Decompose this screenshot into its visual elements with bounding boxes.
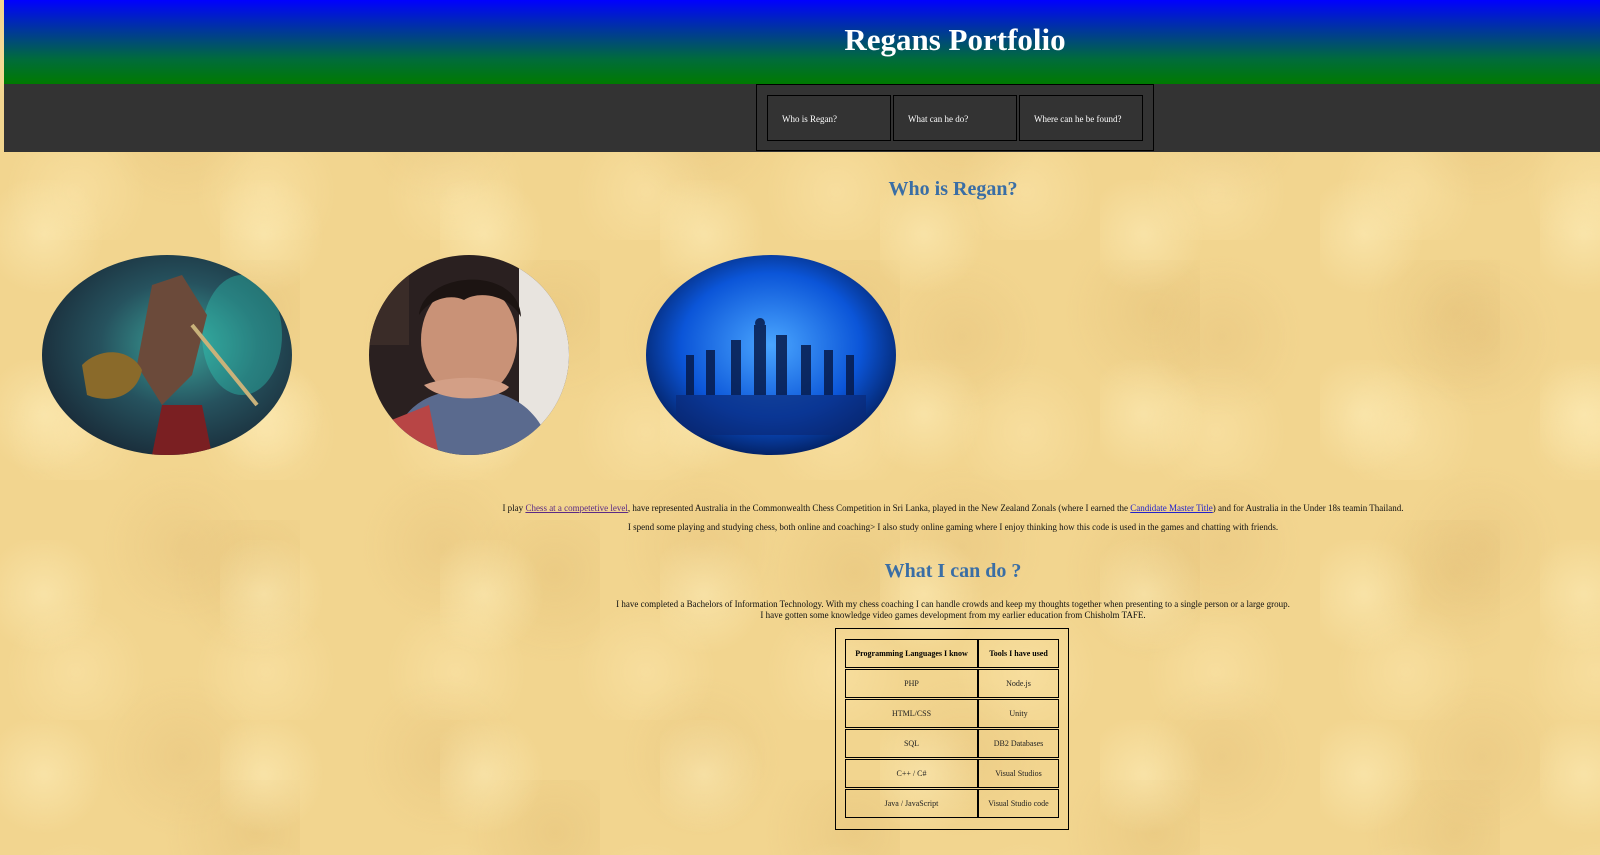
nav-item-what-can-he-do[interactable]: What can he do? bbox=[893, 95, 1017, 141]
chess-pieces-image bbox=[646, 255, 896, 455]
nav-item-who-is-regan[interactable]: Who is Regan? bbox=[767, 95, 891, 141]
para-text-1: I play bbox=[502, 503, 526, 513]
candidate-master-link[interactable]: Candidate Master Title bbox=[1130, 503, 1213, 513]
table-cell-language: SQL bbox=[845, 729, 978, 758]
site-title: Regans Portfolio bbox=[844, 22, 1066, 57]
table-cell-language: Java / JavaScript bbox=[845, 789, 978, 818]
table-cell-tool: DB2 Databases bbox=[978, 729, 1059, 758]
table-cell-tool: Visual Studio code bbox=[978, 789, 1059, 818]
portrait-photo bbox=[369, 255, 569, 455]
table-header-tools: Tools I have used bbox=[978, 639, 1059, 668]
what-heading: What I can do ? bbox=[884, 560, 1022, 582]
table-cell-language: HTML/CSS bbox=[845, 699, 978, 728]
table-cell-tool: Visual Studios bbox=[978, 759, 1059, 788]
chess-competitive-link[interactable]: Chess at a competetive level bbox=[525, 503, 627, 513]
education-line-2: I have gotten some knowledge video games… bbox=[760, 610, 1146, 620]
table-header-languages: Programming Languages I know bbox=[845, 639, 978, 668]
para-text-3: ) and for Australia in the Under 18s tea… bbox=[1212, 503, 1404, 513]
table-cell-tool: Unity bbox=[978, 699, 1059, 728]
table-cell-language: PHP bbox=[845, 669, 978, 698]
nav-bar: Who is Regan? What can he do? Where can … bbox=[4, 84, 1600, 152]
table-cell-tool: Node.js bbox=[978, 669, 1059, 698]
gaming-paragraph: I spend some playing and studying chess,… bbox=[627, 522, 1279, 532]
skills-table: Programming Languages I know Tools I hav… bbox=[835, 628, 1069, 830]
nav-item-where-can-he-be-found[interactable]: Where can he be found? bbox=[1019, 95, 1143, 141]
fantasy-warrior-image bbox=[42, 255, 292, 455]
who-heading: Who is Regan? bbox=[888, 178, 1018, 200]
table-cell-language: C++ / C# bbox=[845, 759, 978, 788]
site-header: Regans Portfolio bbox=[4, 0, 1600, 84]
chess-paragraph: I play Chess at a competetive level, hav… bbox=[0, 502, 1600, 514]
nav-menu: Who is Regan? What can he do? Where can … bbox=[756, 84, 1154, 151]
para-text-2: , have represented Australia in the Comm… bbox=[627, 503, 1131, 513]
